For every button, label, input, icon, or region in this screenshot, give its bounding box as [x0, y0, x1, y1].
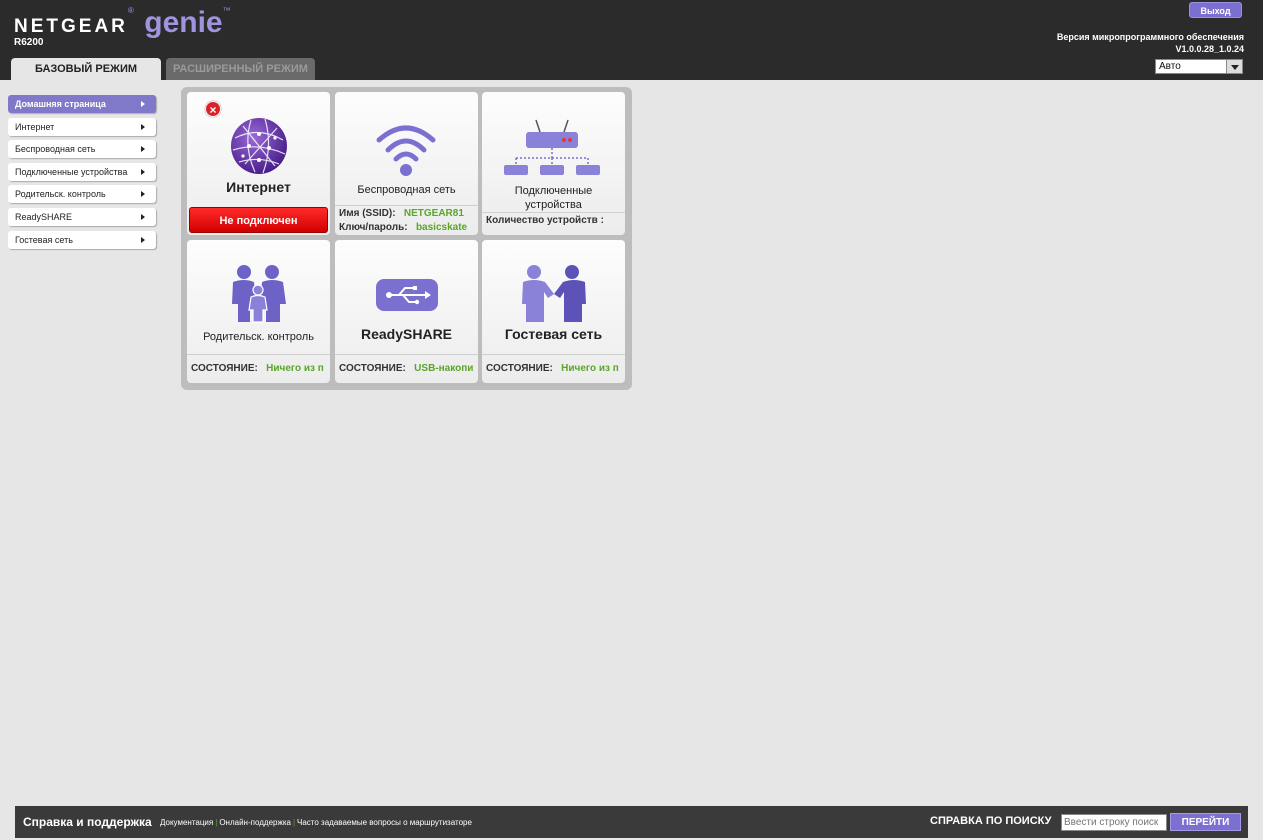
search-go-button[interactable]: ПЕРЕЙТИ	[1170, 813, 1241, 831]
wireless-ssid-row: Имя (SSID): NETGEAR81	[339, 208, 464, 219]
sidebar-item-label: Подключенные устройства	[15, 166, 128, 177]
sidebar-item-attached-devices[interactable]: Подключенные устройства	[8, 162, 156, 181]
link-router-faq[interactable]: Часто задаваемые вопросы о маршрутизатор…	[297, 818, 472, 827]
arrow-right-icon	[141, 168, 145, 175]
arrow-right-icon	[141, 123, 145, 130]
link-documentation[interactable]: Документация	[160, 818, 213, 827]
product-text: genie	[144, 6, 223, 39]
sidebar: Домашняя страница Интернет Беспроводная …	[8, 95, 156, 253]
network-icon	[504, 119, 600, 175]
search-help-label: СПРАВКА ПО ПОИСКУ	[930, 815, 1052, 827]
tile-readyshare[interactable]: ReadySHARE СОСТОЯНИЕ: USB-накопи	[335, 240, 478, 383]
tile-attached-devices[interactable]: Подключенные устройства Количество устро…	[482, 92, 625, 235]
arrow-right-icon	[141, 236, 145, 243]
search-input[interactable]	[1061, 814, 1167, 831]
firmware-label: Версия микропрограммного обеспечения	[1056, 32, 1244, 42]
language-select[interactable]: Авто	[1155, 59, 1243, 74]
sidebar-item-readyshare[interactable]: ReadySHARE	[8, 207, 156, 226]
parental-status-value: Ничего из п	[266, 363, 324, 374]
netgear-genie-logo: NETGEAR® genie™	[14, 6, 231, 39]
tile-wireless-title: Беспроводная сеть	[357, 184, 456, 196]
sidebar-item-label: Домашняя страница	[15, 99, 106, 109]
sidebar-item-internet[interactable]: Интернет	[8, 117, 156, 136]
language-value: Авто	[1159, 61, 1181, 72]
readyshare-status-value: USB-накопи	[414, 363, 474, 374]
family-icon	[232, 265, 286, 323]
tile-parental-control[interactable]: Родительск. контроль СОСТОЯНИЕ: Ничего и…	[187, 240, 330, 383]
sidebar-item-label: Родительск. контроль	[15, 189, 106, 200]
arrow-right-icon	[141, 101, 145, 107]
tile-readyshare-title: ReadySHARE	[360, 326, 453, 342]
tile-guest-network[interactable]: Гостевая сеть СОСТОЯНИЕ: Ничего из п	[482, 240, 625, 383]
firmware-info: Версия микропрограммного обеспечения V1.…	[1057, 31, 1244, 55]
devices-count-label: Количество устройств :	[486, 215, 604, 226]
tile-internet-title: Интернет	[226, 179, 291, 195]
link-online-support[interactable]: Онлайн-поддержка	[219, 818, 291, 827]
sidebar-item-guest-network[interactable]: Гостевая сеть	[8, 230, 156, 249]
sidebar-item-label: Беспроводная сеть	[15, 144, 96, 155]
tab-basic-mode[interactable]: БАЗОВЫЙ РЕЖИМ	[11, 58, 161, 80]
usb-icon	[376, 279, 438, 311]
arrow-right-icon	[141, 146, 145, 153]
sidebar-item-label: Гостевая сеть	[15, 234, 73, 245]
sidebar-item-home[interactable]: Домашняя страница	[8, 95, 156, 113]
header: NETGEAR® genie™ R6200 Выход Версия микро…	[0, 0, 1263, 80]
model-name: R6200	[14, 37, 44, 48]
dashboard: Интернет Не подключен × Беспроводная сет…	[181, 87, 632, 390]
tab-advanced-mode[interactable]: РАСШИРЕННЫЙ РЕЖИМ	[166, 58, 315, 80]
help-support-title: Справка и поддержка	[23, 815, 152, 829]
sidebar-item-label: Интернет	[15, 121, 55, 132]
globe-icon	[231, 118, 287, 174]
logout-button[interactable]: Выход	[1189, 2, 1242, 18]
brand-text: NETGEAR	[14, 16, 128, 37]
footer-links: Документация | Онлайн-поддержка | Часто зада…	[160, 818, 472, 827]
tile-devices-title: Подключенные устройства	[514, 185, 593, 211]
sidebar-item-parental-control[interactable]: Родительск. контроль	[8, 185, 156, 204]
wifi-icon	[376, 125, 436, 176]
arrow-right-icon	[141, 191, 145, 198]
footer: Справка и поддержка Документация | Онлайн-…	[15, 806, 1248, 838]
chevron-down-icon[interactable]	[1226, 60, 1242, 73]
sidebar-item-label: ReadySHARE	[15, 211, 73, 222]
sidebar-item-wireless[interactable]: Беспроводная сеть	[8, 140, 156, 159]
guest-status-value: Ничего из п	[561, 363, 619, 374]
firmware-version: V1.0.0.28_1.0.24	[1175, 44, 1244, 54]
readyshare-status-row: СОСТОЯНИЕ: USB-накопи	[339, 363, 474, 374]
tile-wireless[interactable]: Беспроводная сеть Имя (SSID): NETGEAR81 …	[335, 92, 478, 235]
wireless-ssid-value: NETGEAR81	[403, 208, 464, 219]
arrow-right-icon	[141, 213, 145, 220]
parental-status-row: СОСТОЯНИЕ: Ничего из п	[191, 363, 324, 374]
tile-parental-title: Родительск. контроль	[203, 331, 314, 343]
wireless-key-value: basicskate	[415, 222, 468, 233]
tile-guest-title: Гостевая сеть	[504, 326, 603, 342]
guest-status-row: СОСТОЯНИЕ: Ничего из п	[486, 363, 619, 374]
handshake-icon	[522, 265, 586, 322]
error-close-icon[interactable]: ×	[205, 101, 221, 117]
internet-status-badge: Не подключен	[189, 207, 328, 233]
wireless-key-row: Ключ/пароль: basicskate	[339, 222, 468, 233]
